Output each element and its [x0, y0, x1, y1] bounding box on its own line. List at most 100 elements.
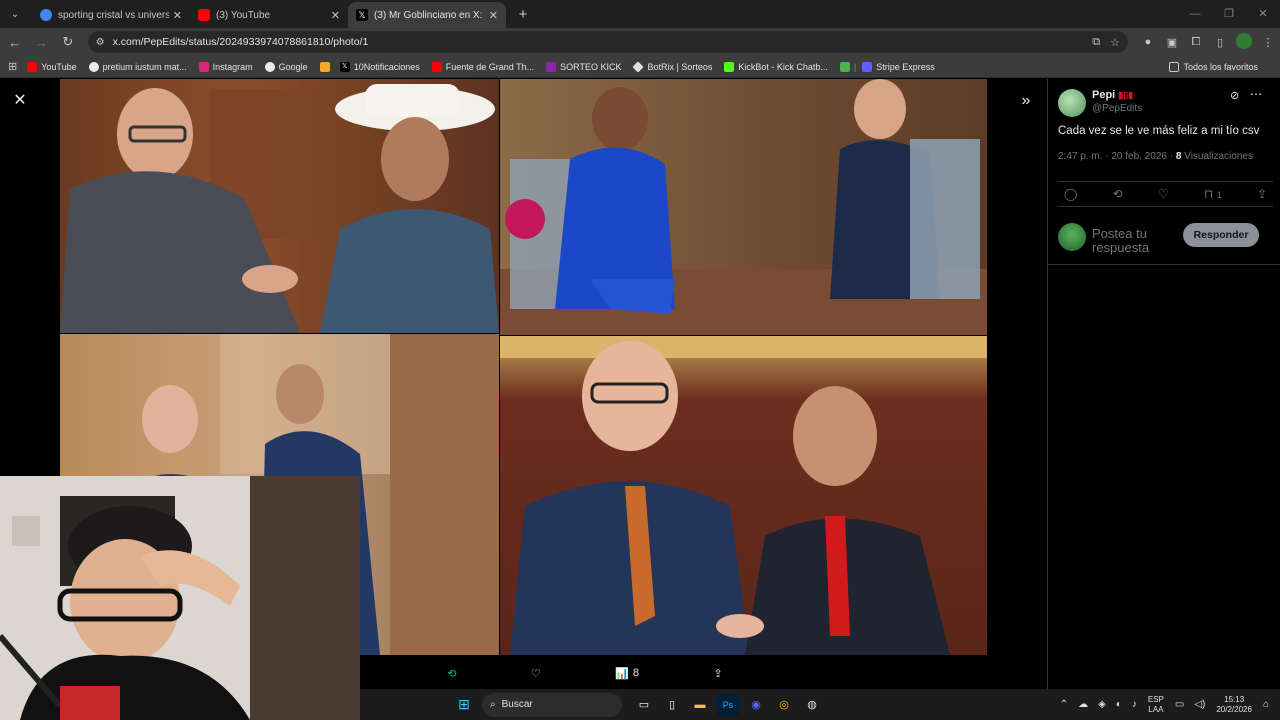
extension-icon[interactable]: ▣ [1160, 36, 1184, 49]
bookmark-all-favorites[interactable]: Todos los favoritos [1169, 56, 1258, 78]
repost-button[interactable]: ⟲ [447, 667, 456, 680]
clock[interactable]: 15:13 20/2/2026 [1216, 695, 1252, 715]
tray-chevron-icon[interactable]: ⌃ [1060, 699, 1068, 710]
reply-input[interactable]: Postea tu respuesta [1092, 227, 1172, 255]
bookmark-google[interactable]: Google [264, 61, 308, 72]
onedrive-icon[interactable]: ☁ [1078, 699, 1088, 710]
x-logo-icon: 𝕏 [339, 61, 350, 72]
like-icon[interactable]: ♡ [1158, 187, 1169, 201]
tweet-actions: ◯ ⟲ ♡ ⊓ 1 ⇪ [1058, 181, 1273, 207]
security-icon[interactable]: ◈ [1098, 699, 1106, 710]
avatar[interactable] [1058, 89, 1086, 117]
bookmark-botrix[interactable]: BotRix | Sorteos [632, 60, 712, 73]
bookmark-stripe[interactable]: Stripe Express [862, 61, 935, 72]
menu-kebab-icon[interactable]: ⋮ [1256, 36, 1280, 49]
obs-icon[interactable]: ◍ [801, 694, 823, 716]
photo-illustration [500, 336, 987, 655]
photo-handshake-top-left [60, 79, 499, 333]
photo-illustration [500, 79, 987, 335]
close-tab-icon[interactable]: ✕ [489, 9, 498, 22]
reload-icon[interactable]: ↻ [56, 30, 80, 54]
bookmark-star-icon[interactable]: ☆ [1110, 36, 1120, 49]
tweet-timestamp[interactable]: 2:47 p. m. · 20 feb. 2026 · [1058, 151, 1173, 162]
green-badge-icon [839, 61, 850, 72]
bookmark-pinwheel[interactable] [319, 61, 334, 72]
share-icon[interactable]: ⇪ [1257, 187, 1267, 201]
google-icon [88, 61, 99, 72]
tab-sporting-cristal[interactable]: sporting cristal vs universitario ✕ [32, 2, 190, 28]
tab-title: (3) Mr Goblinciano en X: "Com [374, 9, 485, 21]
kick-icon [724, 61, 735, 72]
search-icon: ⌕ [490, 699, 496, 710]
chrome-icon[interactable]: ◎ [773, 694, 795, 716]
photoshop-icon[interactable]: Ps [717, 693, 739, 716]
tweet-side-panel: Pepi ▮▯▮ @PepEdits ⊘ ⋯ Cada vez se le ve… [1047, 79, 1280, 689]
google-icon [264, 61, 275, 72]
author-name[interactable]: Pepi ▮▯▮ [1092, 89, 1133, 101]
like-button[interactable]: ♡ [531, 667, 541, 680]
bookmark-10notificaciones[interactable]: 𝕏 10Notificaciones [339, 61, 420, 72]
restore-icon[interactable]: ❐ [1212, 0, 1246, 28]
bookmark-button[interactable]: ⊓ 1 [1204, 187, 1222, 201]
peru-flag-icon: ▮▯▮ [1118, 90, 1134, 100]
windows-logo-icon: ⊞ [458, 696, 470, 712]
tab-x-post[interactable]: 𝕏 (3) Mr Goblinciano en X: "Com ✕ [348, 2, 506, 28]
address-bar[interactable]: ⚙ x.com/PepEdits/status/2024933974078861… [87, 31, 1128, 53]
start-button[interactable]: ⊞ [453, 694, 475, 716]
new-tab-button[interactable]: + [512, 3, 534, 25]
tweet-meta: 2:47 p. m. · 20 feb. 2026 · 8 Visualizac… [1058, 151, 1253, 162]
bookmark-grand-theft[interactable]: Fuente de Grand Th... [431, 61, 534, 72]
google-icon [40, 9, 52, 21]
extensions-puzzle-icon[interactable]: ⧠ [1184, 36, 1208, 49]
back-icon[interactable]: ← [3, 30, 27, 54]
youtube-icon [27, 61, 38, 72]
file-explorer-icon[interactable]: ▬ [689, 694, 711, 716]
language-indicator[interactable]: ESP LAA [1148, 695, 1164, 715]
tray-app-icon[interactable]: ◐ [1116, 699, 1122, 710]
reply-composer: Postea tu respuesta Responder [1048, 217, 1280, 265]
profile-avatar[interactable] [1232, 32, 1256, 52]
microphone-icon[interactable]: ♪ [1132, 699, 1137, 710]
bookmark-count: 1 [1216, 190, 1222, 200]
collapse-side-panel-icon[interactable]: » [1016, 91, 1036, 111]
bookmark-sorteo-kick[interactable]: SORTEO KICK [546, 61, 621, 72]
diamond-icon [632, 60, 645, 73]
sidebar-icon[interactable]: ▯ [1208, 36, 1232, 49]
task-view-icon[interactable]: ▭ [633, 694, 655, 716]
views-button[interactable]: 📊 8 [615, 667, 639, 680]
reply-icon[interactable]: ◯ [1064, 187, 1077, 201]
repost-icon[interactable]: ⟲ [1113, 187, 1123, 201]
tab-youtube[interactable]: (3) YouTube ✕ [190, 2, 348, 28]
discord-icon[interactable]: ◉ [745, 694, 767, 716]
close-tab-icon[interactable]: ✕ [331, 9, 340, 22]
site-info-icon[interactable]: ⚙ [96, 37, 105, 48]
bookmark-green-badge[interactable]: | [839, 61, 856, 72]
minimize-icon[interactable]: — [1178, 0, 1212, 28]
taskbar-search[interactable]: ⌕ Buscar [482, 692, 622, 717]
install-app-icon[interactable]: ⧉ [1092, 36, 1100, 49]
x-logo-icon: 𝕏 [356, 9, 368, 21]
more-options-icon[interactable]: ⋯ [1250, 87, 1262, 101]
volume-icon[interactable]: ◁) [1194, 699, 1205, 710]
share-button[interactable]: ⇪ [714, 667, 723, 680]
close-tab-icon[interactable]: ✕ [173, 9, 182, 22]
close-window-icon[interactable]: ✕ [1246, 0, 1280, 28]
grok-icon[interactable]: ⊘ [1230, 89, 1239, 102]
app-icon[interactable]: ▯ [661, 694, 683, 716]
bookmark-icon: ⊓ [1203, 187, 1214, 201]
forward-icon[interactable]: → [30, 30, 54, 54]
apps-grid-icon[interactable]: ⊞ [8, 60, 17, 73]
author-handle[interactable]: @PepEdits [1092, 103, 1142, 114]
extension-icon[interactable]: ● [1136, 36, 1160, 48]
reply-button[interactable]: Responder [1183, 223, 1259, 247]
close-icon[interactable]: ✕ [10, 91, 30, 111]
bookmark-kickbot[interactable]: KickBot - Kick Chatb... [724, 61, 828, 72]
bookmark-youtube[interactable]: YouTube [27, 61, 77, 72]
notifications-icon[interactable]: ⌂ [1263, 699, 1269, 710]
url-text[interactable]: x.com/PepEdits/status/202493397407886181… [113, 36, 1083, 48]
network-icon[interactable]: ▭ [1175, 699, 1184, 710]
bookmark-instagram[interactable]: Instagram [198, 61, 253, 72]
webcam-overlay [0, 476, 360, 720]
bookmark-pretium[interactable]: pretium iustum mat... [88, 61, 187, 72]
tab-search-chevron-icon[interactable]: ⌄ [4, 3, 26, 25]
